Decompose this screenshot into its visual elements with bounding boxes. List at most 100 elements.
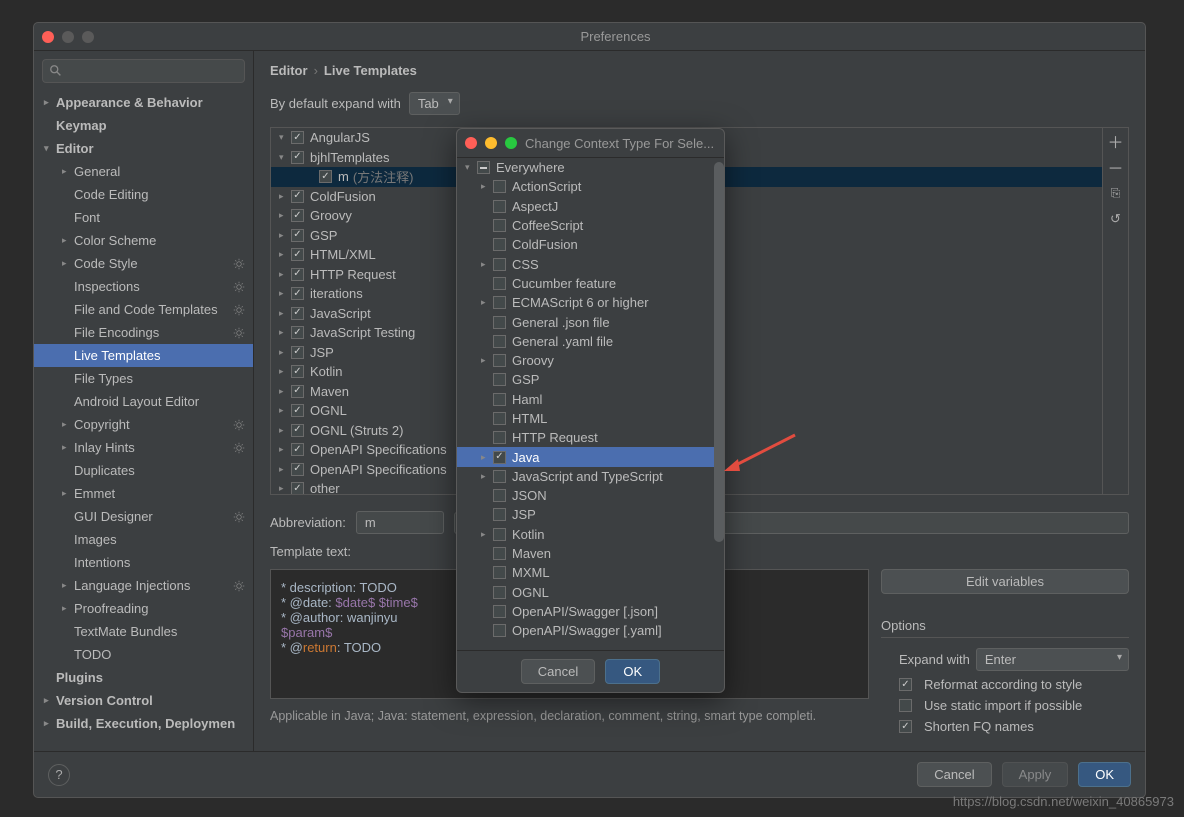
cancel-button[interactable]: Cancel bbox=[917, 762, 991, 787]
context-item[interactable]: MXML bbox=[457, 563, 724, 582]
help-button[interactable]: ? bbox=[48, 764, 70, 786]
sidebar-item[interactable]: ▸Proofreading bbox=[34, 597, 253, 620]
sidebar-item[interactable]: ▸Color Scheme bbox=[34, 229, 253, 252]
sidebar-item[interactable]: Plugins bbox=[34, 666, 253, 689]
popup-maximize-icon[interactable] bbox=[505, 137, 517, 149]
template-checkbox[interactable] bbox=[291, 385, 304, 398]
sidebar-item[interactable]: Code Editing bbox=[34, 183, 253, 206]
context-checkbox[interactable] bbox=[493, 470, 506, 483]
template-checkbox[interactable] bbox=[291, 248, 304, 261]
apply-button[interactable]: Apply bbox=[1002, 762, 1069, 787]
context-item[interactable]: ▸JavaScript and TypeScript bbox=[457, 467, 724, 486]
maximize-icon[interactable] bbox=[82, 31, 94, 43]
edit-variables-button[interactable]: Edit variables bbox=[881, 569, 1129, 594]
template-checkbox[interactable] bbox=[291, 307, 304, 320]
context-checkbox[interactable] bbox=[493, 393, 506, 406]
sidebar-item[interactable]: File Encodings bbox=[34, 321, 253, 344]
context-item[interactable]: ▸CSS bbox=[457, 254, 724, 273]
sidebar-item[interactable]: ▾Editor bbox=[34, 137, 253, 160]
context-checkbox[interactable] bbox=[493, 296, 506, 309]
sidebar-item[interactable]: File Types bbox=[34, 367, 253, 390]
template-checkbox[interactable] bbox=[291, 287, 304, 300]
template-checkbox[interactable] bbox=[291, 131, 304, 144]
expand-with-combo[interactable]: Enter bbox=[976, 648, 1129, 671]
context-item[interactable]: AspectJ bbox=[457, 197, 724, 216]
sidebar-item[interactable]: Keymap bbox=[34, 114, 253, 137]
context-item[interactable]: ColdFusion bbox=[457, 235, 724, 254]
sidebar-item[interactable]: Intentions bbox=[34, 551, 253, 574]
template-checkbox[interactable] bbox=[291, 404, 304, 417]
popup-close-icon[interactable] bbox=[465, 137, 477, 149]
sidebar-item[interactable]: Android Layout Editor bbox=[34, 390, 253, 413]
context-item[interactable]: Maven bbox=[457, 544, 724, 563]
context-item[interactable]: JSP bbox=[457, 505, 724, 524]
popup-cancel-button[interactable]: Cancel bbox=[521, 659, 595, 684]
sidebar-item[interactable]: ▸Language Injections bbox=[34, 574, 253, 597]
crumb-editor[interactable]: Editor bbox=[270, 63, 308, 78]
context-checkbox[interactable] bbox=[493, 180, 506, 193]
abbr-input[interactable]: m bbox=[356, 511, 444, 534]
static-import-checkbox[interactable] bbox=[899, 699, 912, 712]
reformat-checkbox[interactable] bbox=[899, 678, 912, 691]
context-checkbox[interactable] bbox=[493, 277, 506, 290]
context-checkbox[interactable] bbox=[493, 200, 506, 213]
template-checkbox[interactable] bbox=[291, 229, 304, 242]
context-item[interactable]: General .json file bbox=[457, 312, 724, 331]
sidebar-item[interactable]: ▸Version Control bbox=[34, 689, 253, 712]
sidebar-item[interactable]: ▸Appearance & Behavior bbox=[34, 91, 253, 114]
search-input[interactable] bbox=[42, 59, 245, 83]
context-checkbox[interactable] bbox=[493, 586, 506, 599]
add-button[interactable]: ＋ bbox=[1103, 128, 1128, 154]
context-item[interactable]: ▸ActionScript bbox=[457, 177, 724, 196]
template-checkbox[interactable] bbox=[319, 170, 332, 183]
context-checkbox[interactable] bbox=[493, 412, 506, 425]
template-checkbox[interactable] bbox=[291, 463, 304, 476]
template-checkbox[interactable] bbox=[291, 190, 304, 203]
template-checkbox[interactable] bbox=[291, 209, 304, 222]
copy-button[interactable]: ⎘ bbox=[1103, 180, 1128, 206]
template-checkbox[interactable] bbox=[291, 443, 304, 456]
template-checkbox[interactable] bbox=[291, 424, 304, 437]
popup-ok-button[interactable]: OK bbox=[605, 659, 660, 684]
close-icon[interactable] bbox=[42, 31, 54, 43]
remove-button[interactable]: － bbox=[1103, 154, 1128, 180]
context-checkbox[interactable] bbox=[493, 508, 506, 521]
context-checkbox[interactable] bbox=[493, 605, 506, 618]
sidebar-item[interactable]: Font bbox=[34, 206, 253, 229]
context-checkbox[interactable] bbox=[493, 547, 506, 560]
popup-scrollbar[interactable] bbox=[714, 162, 724, 542]
context-tree[interactable]: ▾Everywhere ▸ActionScriptAspectJCoffeeSc… bbox=[457, 157, 724, 650]
context-item[interactable]: HTML bbox=[457, 409, 724, 428]
template-checkbox[interactable] bbox=[291, 482, 304, 494]
context-item[interactable]: ▸Groovy bbox=[457, 351, 724, 370]
context-everywhere[interactable]: ▾Everywhere bbox=[457, 158, 724, 177]
context-checkbox[interactable] bbox=[493, 219, 506, 232]
context-checkbox[interactable] bbox=[493, 258, 506, 271]
template-checkbox[interactable] bbox=[291, 346, 304, 359]
context-item[interactable]: ▸Kotlin bbox=[457, 525, 724, 544]
context-item[interactable]: ▸Java bbox=[457, 447, 724, 466]
template-checkbox[interactable] bbox=[291, 268, 304, 281]
sidebar-item[interactable]: Live Templates bbox=[34, 344, 253, 367]
context-checkbox[interactable] bbox=[493, 624, 506, 637]
context-item[interactable]: OpenAPI/Swagger [.json] bbox=[457, 602, 724, 621]
context-item[interactable]: ▸ECMAScript 6 or higher bbox=[457, 293, 724, 312]
sidebar-item[interactable]: TextMate Bundles bbox=[34, 620, 253, 643]
revert-button[interactable]: ↺ bbox=[1103, 206, 1128, 232]
context-checkbox[interactable] bbox=[493, 566, 506, 579]
context-item[interactable]: JSON bbox=[457, 486, 724, 505]
context-checkbox[interactable] bbox=[493, 238, 506, 251]
context-item[interactable]: GSP bbox=[457, 370, 724, 389]
context-checkbox[interactable] bbox=[493, 451, 506, 464]
context-item[interactable]: CoffeeScript bbox=[457, 216, 724, 235]
context-item[interactable]: Haml bbox=[457, 390, 724, 409]
sidebar-item[interactable]: ▸Copyright bbox=[34, 413, 253, 436]
minimize-icon[interactable] bbox=[62, 31, 74, 43]
context-item[interactable]: Cucumber feature bbox=[457, 274, 724, 293]
sidebar-item[interactable]: ▸General bbox=[34, 160, 253, 183]
sidebar-item[interactable]: TODO bbox=[34, 643, 253, 666]
sidebar-item[interactable]: ▸Code Style bbox=[34, 252, 253, 275]
shorten-fq-checkbox[interactable] bbox=[899, 720, 912, 733]
sidebar-item[interactable]: Images bbox=[34, 528, 253, 551]
context-checkbox[interactable] bbox=[493, 335, 506, 348]
